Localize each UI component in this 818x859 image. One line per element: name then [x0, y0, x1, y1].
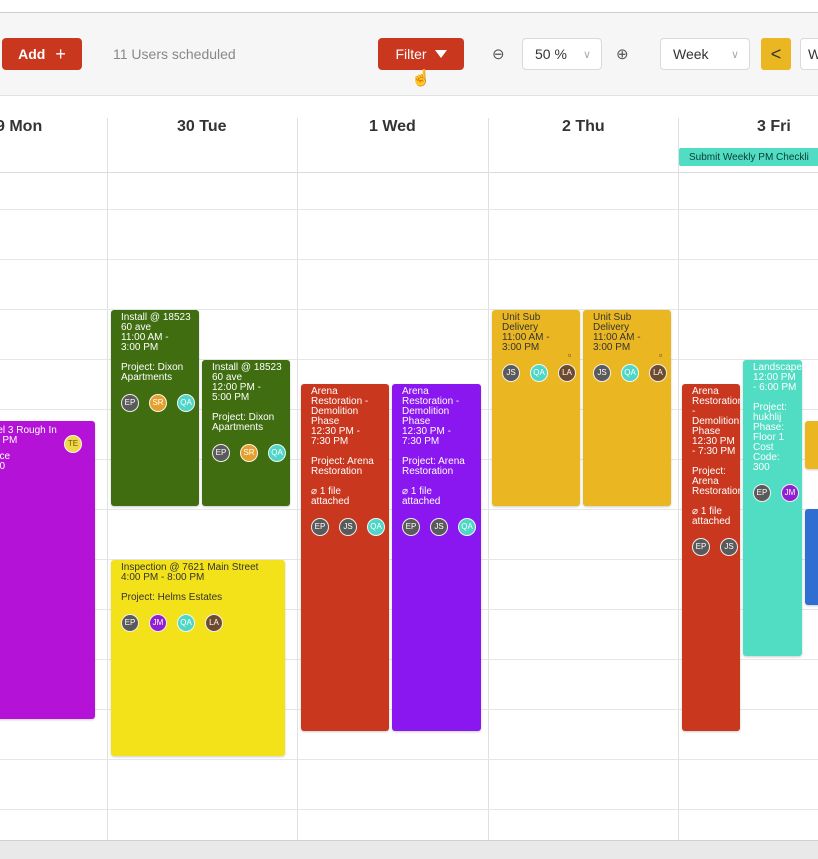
view-value: Week [673, 46, 709, 62]
avatar-EP: EP [753, 484, 771, 502]
event-title: Arena Restoration - Demolition Phase 12:… [311, 386, 369, 447]
avatar-EP: EP [402, 518, 420, 536]
event-tue-install-1[interactable]: Install @ 18523 60 ave 11:00 AM - 3:00 P… [111, 310, 199, 506]
day-header-fri: 3 Fri [757, 118, 791, 135]
avatar-JS: JS [502, 364, 520, 382]
avatar-SR: SR [240, 444, 258, 462]
funnel-icon [434, 50, 447, 58]
day-header-mon: 9 Mon [0, 118, 43, 135]
event-project: Project: Arena Restoration [692, 466, 740, 497]
event-fri-amber-partial[interactable] [805, 421, 818, 469]
avatar-EP: EP [212, 444, 230, 462]
day-header-wed: 1 Wed [369, 118, 416, 135]
grid-row-line [0, 759, 818, 760]
toolbar: Add + 11 Users scheduled Filter ☝ ⊖ 50 %… [0, 13, 818, 96]
partial-label: W [808, 46, 818, 62]
event-mon-magenta[interactable]: rel 3 Rough In 5 PM ace 00 TE [0, 421, 95, 719]
window-top-edge [0, 0, 818, 13]
event-tue-inspection[interactable]: Inspection @ 7621 Main Street 4:00 PM - … [111, 560, 285, 756]
avatar-EP: EP [311, 518, 329, 536]
event-fri-landscape[interactable]: Landscape 12:00 PM - 6:00 PM Project: hu… [743, 360, 802, 656]
clipboard-icon: ▫ [568, 350, 572, 360]
avatar-JS: JS [339, 518, 357, 536]
avatar-JS: JS [593, 364, 611, 382]
avatar-JM: JM [781, 484, 799, 502]
event-project: Project: hukhlij Phase: Floor 1 Cost Cod… [753, 402, 787, 473]
event-fri-blue-partial[interactable] [805, 509, 818, 605]
bottom-scrollbar[interactable] [0, 840, 818, 859]
zoom-in-icon[interactable]: ⊕ [616, 45, 629, 63]
zoom-out-icon[interactable]: ⊖ [492, 45, 505, 63]
all-day-event[interactable]: Submit Weekly PM Checkli [679, 148, 818, 166]
avatar-EP: EP [692, 538, 710, 556]
event-project: Project: Helms Estates [121, 592, 223, 603]
grid-divider [488, 118, 489, 840]
avatar-QA: QA [621, 364, 639, 382]
event-project: Project: Dixon Apartments [212, 412, 275, 433]
users-scheduled-text: 11 Users scheduled [113, 46, 236, 62]
chevron-left-icon: < [770, 43, 782, 64]
event-title: Unit Sub Delivery 11:00 AM - 3:00 PM [502, 312, 550, 353]
avatar-EP: EP [121, 614, 139, 632]
event-fri-arena-red[interactable]: Arena Restoration - Demolition Phase 12:… [682, 384, 740, 731]
avatar-TE: TE [64, 435, 82, 453]
day-header-thu: 2 Thu [562, 118, 605, 135]
avatar-QA: QA [177, 394, 195, 412]
view-select[interactable]: Week ∨ [660, 38, 750, 70]
avatar-LA: LA [558, 364, 576, 382]
filter-label: Filter [395, 46, 427, 62]
event-attachment: ⌀ 1 file attached [311, 487, 389, 507]
event-title: Install @ 18523 60 ave 11:00 AM - 3:00 P… [121, 312, 191, 353]
event-wed-arena-red[interactable]: Arena Restoration - Demolition Phase 12:… [301, 384, 389, 731]
event-title: Unit Sub Delivery 11:00 AM - 3:00 PM [593, 312, 641, 353]
event-project: Project: Dixon Apartments [121, 362, 184, 383]
chevron-down-icon: ∨ [582, 48, 591, 61]
grid-divider [297, 118, 298, 840]
grid-row-line [0, 209, 818, 210]
event-title: Landscape 12:00 PM - 6:00 PM [753, 362, 802, 393]
zoom-value: 50 % [535, 46, 567, 62]
avatar-LA: LA [205, 614, 223, 632]
event-thu-unit-sub-1[interactable]: Unit Sub Delivery 11:00 AM - 3:00 PM ▫ J… [492, 310, 580, 506]
event-wed-arena-purple[interactable]: Arena Restoration - Demolition Phase 12:… [392, 384, 481, 731]
day-header-tue: 30 Tue [177, 118, 227, 135]
event-thu-unit-sub-2[interactable]: Unit Sub Delivery 11:00 AM - 3:00 PM ▫ J… [583, 310, 671, 506]
plus-icon: + [55, 43, 66, 64]
avatar-QA: QA [367, 518, 385, 536]
grid-row-line [0, 809, 818, 810]
event-title: Arena Restoration - Demolition Phase 12:… [402, 386, 460, 447]
all-day-event-title: Submit Weekly PM Checkli [689, 152, 809, 163]
add-button[interactable]: Add + [2, 38, 82, 70]
next-select-partial[interactable]: W [800, 38, 818, 70]
event-title: Arena Restoration - Demolition Phase 12:… [692, 386, 740, 457]
event-attachment: ⌀ 1 file attached [692, 507, 740, 527]
event-project: ace 00 [0, 451, 11, 472]
zoom-select[interactable]: 50 % ∨ [522, 38, 602, 70]
avatar-QA: QA [530, 364, 548, 382]
avatar-JS: JS [430, 518, 448, 536]
avatar-QA: QA [177, 614, 195, 632]
grid-row-line [0, 259, 818, 260]
add-label: Add [18, 46, 46, 62]
event-project: Project: Arena Restoration [402, 456, 465, 477]
grid-divider [678, 118, 679, 840]
avatar-JS: JS [720, 538, 738, 556]
event-tue-install-2[interactable]: Install @ 18523 60 ave 12:00 PM - 5:00 P… [202, 360, 290, 506]
avatar-LA: LA [649, 364, 667, 382]
avatar-QA: QA [458, 518, 476, 536]
avatar-SR: SR [149, 394, 167, 412]
prev-week-button[interactable]: < [761, 38, 791, 70]
avatar-JM: JM [149, 614, 167, 632]
mouse-pointer-icon: ☝ [411, 70, 431, 87]
avatar-QA: QA [268, 444, 286, 462]
chevron-down-icon: ∨ [730, 48, 739, 61]
event-title: Inspection @ 7621 Main Street 4:00 PM - … [121, 562, 259, 583]
event-project: Project: Arena Restoration [311, 456, 374, 477]
grid-divider [107, 118, 108, 840]
event-title: Install @ 18523 60 ave 12:00 PM - 5:00 P… [212, 362, 282, 403]
filter-button[interactable]: Filter [378, 38, 464, 70]
avatar-EP: EP [121, 394, 139, 412]
clipboard-icon: ▫ [659, 350, 663, 360]
event-attachment: ⌀ 1 file attached [402, 487, 481, 507]
